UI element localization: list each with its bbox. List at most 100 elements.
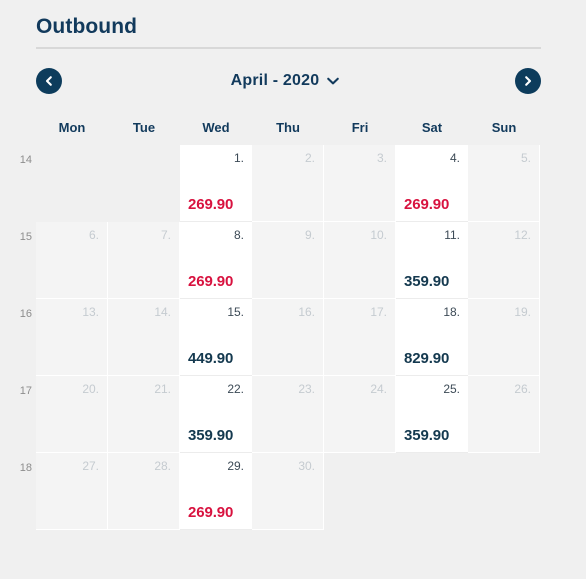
day-number: 6. <box>88 228 99 242</box>
day-number: 8. <box>233 228 244 242</box>
day-number: 7. <box>160 228 171 242</box>
fare-price: 269.90 <box>188 273 234 290</box>
month-navigation: April - 2020 <box>36 66 541 96</box>
prev-month-button[interactable] <box>36 68 62 94</box>
calendar-day-unavailable: 19. <box>468 299 540 376</box>
calendar-day-unavailable: 21. <box>108 376 180 453</box>
calendar-day-unavailable: 14. <box>108 299 180 376</box>
calendar-day-unavailable: 13. <box>36 299 108 376</box>
day-number: 4. <box>449 151 460 165</box>
week-number: 18 <box>19 462 32 474</box>
calendar-cell-empty <box>36 145 108 222</box>
weekday-header-row: Mon Tue Wed Thu Fri Sat Sun <box>36 118 540 138</box>
calendar-cell-empty <box>324 453 396 530</box>
calendar-day-unavailable: 20. <box>36 376 108 453</box>
calendar-day-unavailable: 5. <box>468 145 540 222</box>
weekday-mon: Mon <box>58 120 86 135</box>
day-number: 18. <box>443 305 460 319</box>
calendar-day-available[interactable]: 1. 269.90 <box>180 145 252 222</box>
calendar-day-unavailable: 6. <box>36 222 108 299</box>
fare-price: 269.90 <box>404 196 450 213</box>
calendar-week-row: 14 1. 269.90 2. 3. 4. 269.90 5. <box>20 145 540 222</box>
calendar-day-unavailable: 3. <box>324 145 396 222</box>
day-number: 19. <box>514 305 531 319</box>
next-month-button[interactable] <box>514 68 541 94</box>
day-number: 3. <box>376 151 387 165</box>
calendar-day-unavailable: 9. <box>252 222 324 299</box>
weekday-sun: Sun <box>491 120 517 135</box>
panel-header: Outbound <box>36 14 541 49</box>
day-number: 14. <box>154 305 171 319</box>
day-number: 10. <box>370 228 387 242</box>
day-number: 20. <box>82 382 99 396</box>
day-number: 28. <box>154 459 171 473</box>
weekday-wed: Wed <box>202 120 230 135</box>
page-title: Outbound <box>36 15 138 38</box>
day-number: 29. <box>227 459 244 473</box>
calendar-day-unavailable: 2. <box>252 145 324 222</box>
fare-price: 269.90 <box>188 504 234 521</box>
day-number: 27. <box>82 459 99 473</box>
day-number: 13. <box>82 305 99 319</box>
chevron-down-icon <box>326 76 340 86</box>
fare-price: 359.90 <box>188 427 234 444</box>
calendar-day-unavailable: 17. <box>324 299 396 376</box>
fare-price: 829.90 <box>404 350 450 367</box>
fare-price: 269.90 <box>188 196 234 213</box>
calendar-day-available[interactable]: 4. 269.90 <box>396 145 468 222</box>
weekday-tue: Tue <box>132 120 156 135</box>
fare-price: 359.90 <box>404 273 450 290</box>
calendar-cell-empty <box>108 145 180 222</box>
calendar-day-unavailable: 10. <box>324 222 396 299</box>
calendar-day-available[interactable]: 29. 269.90 <box>180 453 252 530</box>
month-label: April - 2020 <box>230 72 320 89</box>
chevron-right-icon <box>521 74 535 88</box>
calendar-day-available[interactable]: 22. 359.90 <box>180 376 252 453</box>
weekday-thu: Thu <box>276 120 300 135</box>
calendar-day-unavailable: 24. <box>324 376 396 453</box>
calendar-day-unavailable: 28. <box>108 453 180 530</box>
calendar-day-unavailable: 16. <box>252 299 324 376</box>
calendar-week-row: 17 20. 21. 22. 359.90 23. 24. 25. 359.90 26. <box>20 376 540 453</box>
calendar-day-unavailable: 12. <box>468 222 540 299</box>
calendar-cell-empty <box>396 453 468 530</box>
day-number: 11. <box>444 228 460 242</box>
weekday-fri: Fri <box>351 120 369 135</box>
calendar-week-row: 18 27. 28. 29. 269.90 30. <box>20 453 540 530</box>
calendar-week-row: 16 13. 14. 15. 449.90 16. 17. 18. 829.90 19. <box>20 299 540 376</box>
calendar-week-row: 15 6. 7. 8. 269.90 9. 10. 11. 359.90 12. <box>20 222 540 299</box>
calendar-day-unavailable: 23. <box>252 376 324 453</box>
day-number: 9. <box>304 228 315 242</box>
calendar-day-unavailable: 26. <box>468 376 540 453</box>
calendar-day-unavailable: 27. <box>36 453 108 530</box>
fare-price: 359.90 <box>404 427 450 444</box>
calendar-cell-empty <box>468 453 540 530</box>
day-number: 12. <box>514 228 531 242</box>
weekday-sat: Sat <box>421 120 443 135</box>
day-number: 24. <box>370 382 387 396</box>
day-number: 30. <box>298 459 315 473</box>
day-number: 2. <box>304 151 315 165</box>
day-number: 15. <box>227 305 244 319</box>
calendar-grid: 14 1. 269.90 2. 3. 4. 269.90 5. 15 6. 7. 8. 269.90 9.… <box>20 145 540 530</box>
day-number: 22. <box>227 382 244 396</box>
calendar-day-available[interactable]: 15. 449.90 <box>180 299 252 376</box>
week-number: 14 <box>19 154 32 166</box>
day-number: 17. <box>370 305 387 319</box>
day-number: 1. <box>233 151 244 165</box>
day-number: 16. <box>298 305 315 319</box>
calendar-day-unavailable: 30. <box>252 453 324 530</box>
fare-calendar-page: Outbound April - 2020 Mon Tue Wed Thu Fr… <box>0 0 586 579</box>
month-selector[interactable]: April - 2020 <box>231 72 341 90</box>
calendar-day-available[interactable]: 8. 269.90 <box>180 222 252 299</box>
calendar-day-available[interactable]: 18. 829.90 <box>396 299 468 376</box>
fare-price: 449.90 <box>188 350 234 367</box>
week-number: 16 <box>19 308 32 320</box>
day-number: 23. <box>298 382 315 396</box>
day-number: 5. <box>520 151 531 165</box>
day-number: 26. <box>514 382 531 396</box>
day-number: 25. <box>443 382 460 396</box>
calendar-day-available[interactable]: 11. 359.90 <box>396 222 468 299</box>
title-divider <box>36 47 541 49</box>
calendar-day-available[interactable]: 25. 359.90 <box>396 376 468 453</box>
